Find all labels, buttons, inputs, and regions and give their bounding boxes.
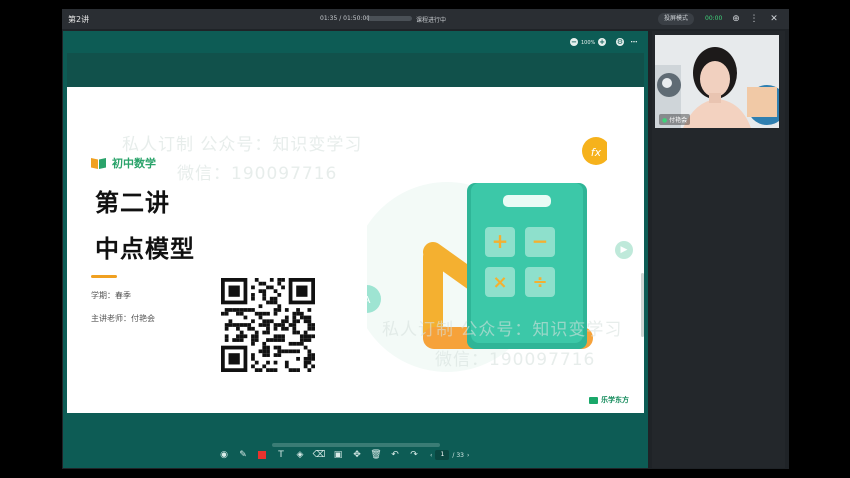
side-panel: ● 付艳会 [652, 31, 785, 468]
svg-text:−: − [532, 229, 549, 253]
brand-logo: 乐学东方 [589, 395, 629, 405]
watermark: 私人订制 公众号：知识变学习 [382, 320, 623, 340]
accent-divider [91, 275, 117, 278]
text-icon[interactable]: T [274, 448, 288, 462]
qr-code [221, 278, 315, 372]
delete-icon[interactable]: 🗑 [369, 448, 383, 462]
book-icon [91, 158, 106, 169]
svg-text:A: A [367, 295, 371, 306]
timer-readout: 00:00 [705, 15, 723, 22]
zoom-out-icon[interactable]: − [570, 38, 578, 46]
video-name-tag: ● 付艳会 [659, 114, 691, 125]
playback-progress[interactable] [368, 16, 412, 21]
svg-text:+: + [492, 229, 509, 253]
slide-frame: + − × ÷ fx A 私人订制 公众号：知识变学习 微信：19009​771… [67, 53, 644, 413]
vertical-scrollbar[interactable] [641, 273, 644, 337]
drawing-toolbar: ◉ ✎ T ◈ ⌫ ▣ ✥ 🗑 ↶ ↷ ‹ 1 / 33 › [217, 448, 469, 462]
zoom-in-icon[interactable]: + [598, 38, 606, 46]
classroom-area: − 100% + ⚙ ⋯ V2.4.1 + − × [63, 31, 648, 468]
lesson-title: 第2讲 [68, 15, 90, 24]
record-icon[interactable]: ◉ [217, 448, 231, 462]
undo-icon[interactable]: ↶ [388, 448, 402, 462]
title-bar: 第2讲 01:35 / 01:50:00 课程进行中 投屏模式 00:00 ⊕ … [62, 9, 789, 29]
redo-icon[interactable]: ↷ [407, 448, 421, 462]
playback-time: 01:35 / 01:50:00 [320, 15, 371, 22]
image-icon[interactable]: ▣ [331, 448, 345, 462]
brand-mark-icon [589, 396, 598, 404]
lesson-heading: 第二讲 [95, 189, 170, 217]
next-page-icon[interactable]: › [467, 452, 469, 459]
watermark: 私人订制 公众号：知识变学习 [122, 135, 363, 155]
more-icon[interactable]: ⋯ [630, 38, 638, 46]
teacher-name: 付艳会 [669, 117, 688, 124]
settings-icon[interactable]: ⚙ [616, 38, 624, 46]
svg-text:×: × [492, 272, 507, 293]
eraser-icon[interactable]: ⌫ [312, 448, 326, 462]
watermark: 微信：190097716 [435, 350, 596, 370]
teacher-label: 主讲老师：付艳会 [91, 314, 155, 323]
close-icon[interactable]: ✕ [768, 13, 780, 25]
horizontal-scrollbar[interactable] [272, 443, 440, 447]
subject-row: 初中数学 [91, 155, 156, 171]
class-status: 课程进行中 [416, 17, 447, 24]
term-label: 学期：春季 [91, 291, 131, 300]
next-slide-icon[interactable]: ▶ [615, 241, 633, 259]
slide: + − × ÷ fx A 私人订制 公众号：知识变学习 微信：19009​771… [67, 87, 644, 413]
watermark: 微信：19009​7716 [177, 164, 338, 184]
page-input[interactable]: 1 [435, 450, 450, 460]
svg-text:fx: fx [591, 146, 602, 159]
subject-label: 初中数学 [112, 157, 156, 170]
topic-heading: 中点模型 [95, 235, 195, 263]
prev-page-icon[interactable]: ‹ [430, 452, 432, 459]
mic-icon: ● [662, 117, 668, 124]
page-navigator: ‹ 1 / 33 › [430, 450, 469, 460]
tag-icon[interactable]: ◈ [293, 448, 307, 462]
zoom-icon[interactable]: ⊕ [730, 13, 742, 25]
pen-icon[interactable]: ✎ [236, 448, 250, 462]
color-swatch[interactable] [255, 448, 269, 462]
classroom-top-bar: − 100% + ⚙ ⋯ [63, 31, 648, 53]
brand-name: 乐学东方 [601, 396, 629, 404]
more-vertical-icon[interactable]: ⋮ [748, 13, 760, 25]
projection-mode-button[interactable]: 投屏模式 [658, 13, 695, 25]
zoom-level: 100% [581, 40, 596, 46]
move-icon[interactable]: ✥ [350, 448, 364, 462]
page-total: / 33 [452, 451, 464, 459]
teacher-video: ● 付艳会 [655, 35, 779, 128]
svg-text:÷: ÷ [532, 272, 547, 293]
